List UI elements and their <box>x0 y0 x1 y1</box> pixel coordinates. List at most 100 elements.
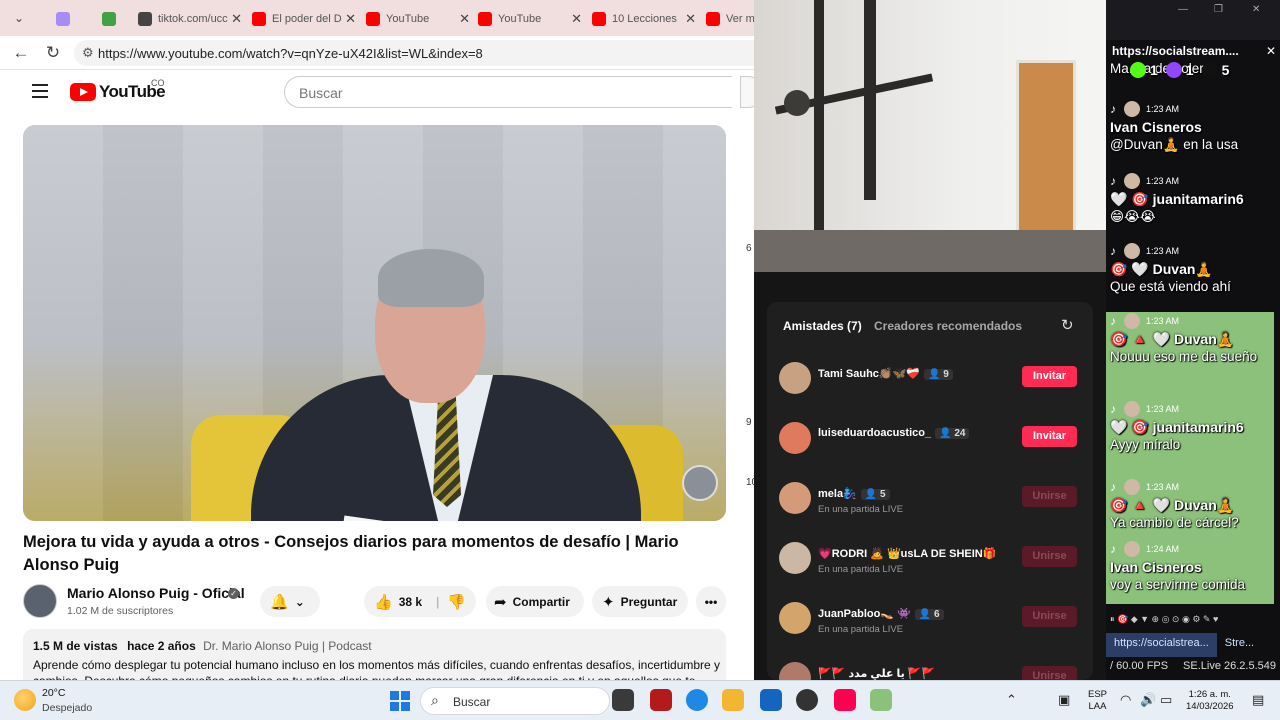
edge-browser-icon[interactable] <box>686 689 708 711</box>
invite-button[interactable]: Invitar <box>1022 366 1077 387</box>
refresh-icon[interactable]: ↻ <box>1061 316 1074 334</box>
chat-message: ♪ 1:24 AM Ivan Cisneros voy a servirme comi… <box>1106 540 1274 604</box>
like-button[interactable]: 👍 38 k | 👎 <box>364 586 476 617</box>
video-title: Mejora tu vida y ayuda a otros - Consejo… <box>23 533 679 574</box>
taskbar-search-input[interactable]: ⌕ Buscar <box>420 687 610 715</box>
tray-app-icon[interactable]: ▣ <box>1058 692 1070 708</box>
tab-recommended-creators[interactable]: Creadores recomendados <box>874 319 1022 333</box>
youtube-logo[interactable]: YouTube CO <box>70 78 166 102</box>
weather-description[interactable]: Despejado <box>42 702 92 714</box>
youtube-search-input[interactable]: Buscar <box>284 76 732 108</box>
tab-close-icon[interactable]: ✕ <box>571 11 582 27</box>
description-tag[interactable]: Dr. Mario Alonso Puig | Podcast <box>203 639 372 653</box>
tab-close-icon[interactable]: ✕ <box>685 11 696 27</box>
channel-name[interactable]: Mario Alonso Puig - Oficial <box>67 585 245 601</box>
reload-icon[interactable]: ↻ <box>42 42 64 64</box>
tiktok-icon: ♪ <box>1110 402 1116 416</box>
friend-row[interactable]: JuanPabloo👡 👾 👤 6 En una partida LIVE Unirs… <box>779 598 1079 642</box>
join-button[interactable]: Unirse <box>1022 486 1077 507</box>
tiktok-icon: ♪ <box>1110 102 1116 116</box>
video-player[interactable] <box>23 125 726 521</box>
friend-count: 9 <box>943 369 949 380</box>
thumbs-down-icon[interactable]: 👎 <box>447 593 466 611</box>
tab-list-chevron-icon[interactable]: ⌄ <box>8 7 30 29</box>
site-info-icon[interactable]: ⚙ <box>82 45 94 61</box>
avatar[interactable] <box>779 542 811 574</box>
browser-tab[interactable]: YouTube ✕ <box>366 6 470 32</box>
ask-button[interactable]: ✦ Preguntar <box>592 586 688 617</box>
browser-tab[interactable]: Ver más <box>706 6 760 32</box>
tab-close-icon[interactable]: ✕ <box>345 11 356 27</box>
avatar <box>1124 479 1140 495</box>
browser-tab[interactable]: tiktok.com/ucc ✕ <box>138 6 242 32</box>
chat-close-icon[interactable]: ✕ <box>1266 44 1276 58</box>
chat-tab-stream[interactable]: Stre... <box>1217 633 1262 657</box>
tab-friends[interactable]: Amistades (7) <box>783 319 862 333</box>
browser-tab[interactable] <box>56 6 90 32</box>
friend-row[interactable]: 💗RODRI 🙇 👑usLA DE SHEIN🎁 En una partida L… <box>779 538 1079 582</box>
tab-close-icon[interactable]: ✕ <box>459 11 470 27</box>
battery-icon[interactable]: ▭ <box>1160 692 1172 708</box>
tab-label: YouTube <box>498 13 542 25</box>
browser-tab[interactable]: YouTube ✕ <box>478 6 582 32</box>
channel-avatar[interactable] <box>23 584 57 618</box>
weather-temperature[interactable]: 20°C <box>42 687 65 699</box>
volume-icon[interactable]: 🔊 <box>1140 692 1156 708</box>
friend-row[interactable]: mela🧞‍♀️ 👤 5 En una partida LIVE Unirse <box>779 478 1079 522</box>
url-field[interactable]: ⚙ https://www.youtube.com/watch?v=qnYze-… <box>74 40 760 66</box>
friend-row[interactable]: luiseduardoacustico_ 👤 24 Invitar <box>779 418 1079 462</box>
description-box[interactable]: 1.5 M de vistas hace 2 años Dr. Mario Al… <box>23 629 726 680</box>
language-indicator[interactable]: ESP LAA <box>1088 689 1107 713</box>
avatar[interactable] <box>779 362 811 394</box>
search-placeholder: Buscar <box>299 85 343 101</box>
keyboard-layout: LAA <box>1088 701 1107 712</box>
message-author: 🎯 🔺 🤍 Duvan🧘 <box>1110 497 1235 513</box>
social-stream-icon[interactable] <box>870 689 892 711</box>
notifications-bell-button[interactable]: 🔔 ⌄ <box>260 586 320 617</box>
tiktok-icon[interactable] <box>834 689 856 711</box>
window-close-icon[interactable]: ✕ <box>1252 4 1260 15</box>
tab-close-icon[interactable]: ✕ <box>231 11 242 27</box>
clock[interactable]: 1:26 a. m. 14/03/2026 <box>1186 689 1234 713</box>
weather-sun-icon[interactable] <box>14 689 36 711</box>
menu-hamburger-icon[interactable] <box>32 84 48 98</box>
back-arrow-icon[interactable]: ← <box>10 42 32 64</box>
friend-row[interactable]: Tami Sauhc👏🏽🦋❤️‍🩹 👤 9 Invitar <box>779 358 1079 402</box>
like-divider: | <box>436 594 440 609</box>
shield-app-icon[interactable] <box>650 689 672 711</box>
side-number: 6 <box>746 243 752 254</box>
browser-tab[interactable] <box>102 6 136 32</box>
store-icon[interactable] <box>760 689 782 711</box>
bell-icon: 🔔 <box>270 593 289 611</box>
task-view-icon[interactable] <box>612 689 634 711</box>
tab-favicon-icon <box>252 12 266 26</box>
join-button[interactable]: Unirse <box>1022 606 1077 627</box>
browser-tab[interactable]: 10 Lecciones ✕ <box>592 6 696 32</box>
minimize-icon[interactable]: — <box>1178 4 1188 15</box>
avatar[interactable] <box>779 482 811 514</box>
gym-weights <box>784 90 810 116</box>
join-button[interactable]: Unirse <box>1022 546 1077 567</box>
stream-status: / 60.00 FPS SE.Live 26.2.5.549 <box>1106 660 1280 680</box>
chat-tab-socialstream[interactable]: https://socialstrea... <box>1106 633 1217 657</box>
invite-button[interactable]: Invitar <box>1022 426 1077 447</box>
message-meta: ♪ 1:23 AM <box>1110 312 1274 330</box>
notification-center-icon[interactable]: ▤ <box>1252 692 1264 708</box>
start-windows-icon[interactable] <box>390 691 410 711</box>
obs-icon[interactable] <box>796 689 818 711</box>
friend-count: 5 <box>880 489 886 500</box>
channel-watermark[interactable] <box>682 465 718 501</box>
tray-chevron-up-icon[interactable]: ⌃ <box>1006 692 1017 708</box>
share-button[interactable]: ➦ Compartir <box>486 586 584 617</box>
more-actions-button[interactable]: ••• <box>696 586 726 617</box>
wifi-icon[interactable]: ◠ <box>1120 692 1131 708</box>
browser-tab[interactable]: El poder del D ✕ <box>252 6 356 32</box>
avatar[interactable] <box>779 602 811 634</box>
avatar[interactable] <box>779 422 811 454</box>
url-text: https://www.youtube.com/watch?v=qnYze-uX… <box>98 46 483 61</box>
file-explorer-icon[interactable] <box>722 689 744 711</box>
maximize-icon[interactable]: ❐ <box>1214 4 1223 15</box>
tab-favicon-icon <box>706 12 720 26</box>
clock-time: 1:26 a. m. <box>1188 689 1231 700</box>
message-body: Que está viendo ahí <box>1110 279 1231 294</box>
